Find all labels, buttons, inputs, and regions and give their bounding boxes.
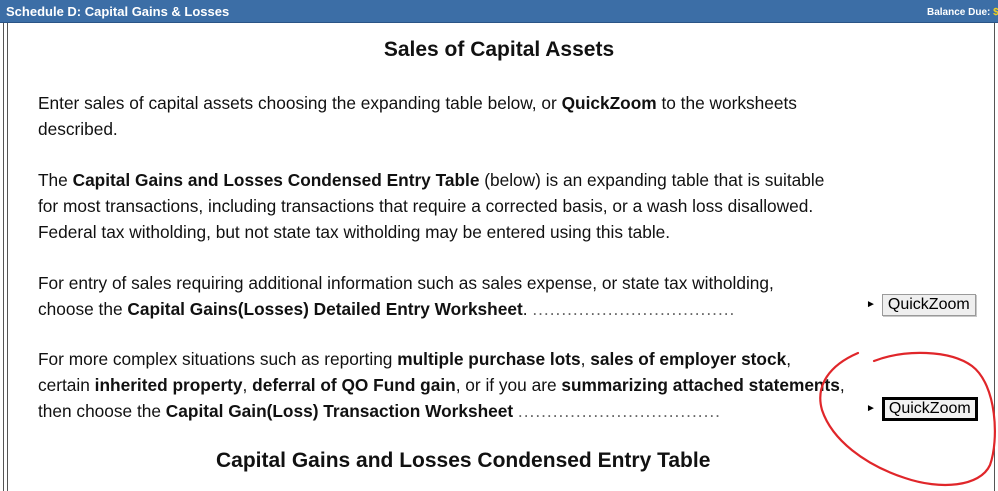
complex-text: then choose the bbox=[38, 401, 166, 421]
condensed-table-term: Capital Gains and Losses Condensed Entry… bbox=[72, 170, 480, 190]
complex-paragraph: For more complex situations such as repo… bbox=[38, 346, 845, 424]
transaction-worksheet-term: Capital Gain(Loss) Transaction Worksheet bbox=[165, 401, 514, 421]
detailed-line-2: choose the Capital Gains(Losses) Detaile… bbox=[38, 296, 774, 322]
inherited-property-term: inherited property bbox=[94, 375, 243, 395]
comma: , bbox=[786, 349, 792, 369]
condensed-text-end: (below) is an expanding table that is su… bbox=[479, 170, 825, 190]
pointer-arrow-icon: ► bbox=[866, 299, 876, 310]
quickzoom-transaction-button[interactable]: QuickZoom bbox=[881, 397, 978, 421]
condensed-line-3: Federal tax witholding, but not state ta… bbox=[38, 222, 671, 242]
summarizing-statements-term: summarizing attached statements bbox=[561, 375, 840, 395]
detailed-text-end: . bbox=[522, 299, 533, 319]
quickzoom-detailed: ► QuickZoom bbox=[866, 294, 976, 316]
intro-paragraph: Enter sales of capital assets choosing t… bbox=[38, 90, 797, 142]
intro-text: Enter sales of capital assets choosing t… bbox=[38, 93, 562, 113]
quickzoom-transaction: ► QuickZoom bbox=[866, 397, 978, 421]
condensed-line-2: for most transactions, including transac… bbox=[38, 196, 814, 216]
quickzoom-detailed-button[interactable]: QuickZoom bbox=[881, 294, 976, 316]
detailed-line-1: For entry of sales requiring additional … bbox=[38, 273, 774, 293]
complex-line-1: For more complex situations such as repo… bbox=[38, 346, 845, 372]
leader-dots: ................................... bbox=[532, 299, 736, 319]
quickzoom-term: QuickZoom bbox=[561, 93, 657, 113]
intro-text-end: to the worksheets bbox=[656, 93, 797, 113]
complex-text: For more complex situations such as repo… bbox=[38, 349, 398, 369]
qo-fund-term: deferral of QO Fund gain bbox=[252, 375, 456, 395]
complex-line-2: certain inherited property, deferral of … bbox=[38, 372, 845, 398]
detailed-text: choose the bbox=[38, 299, 128, 319]
comma: , bbox=[242, 375, 253, 395]
form-content: Sales of Capital Assets Enter sales of c… bbox=[0, 0, 998, 491]
complex-text: certain bbox=[38, 375, 95, 395]
leader-dots: ................................... bbox=[517, 401, 721, 421]
table-heading: Capital Gains and Losses Condensed Entry… bbox=[216, 449, 711, 472]
intro-line-2: described. bbox=[38, 119, 118, 139]
detailed-paragraph: For entry of sales requiring additional … bbox=[38, 270, 774, 322]
complex-line-3: then choose the Capital Gain(Loss) Trans… bbox=[38, 398, 845, 424]
complex-text: , or if you are bbox=[455, 375, 562, 395]
condensed-paragraph: The Capital Gains and Losses Condensed E… bbox=[38, 167, 824, 245]
employer-stock-term: sales of employer stock bbox=[590, 349, 787, 369]
page-title: Sales of Capital Assets bbox=[383, 38, 615, 61]
condensed-text: The bbox=[38, 170, 73, 190]
comma: , bbox=[580, 349, 591, 369]
detailed-worksheet-term: Capital Gains(Losses) Detailed Entry Wor… bbox=[127, 299, 523, 319]
condensed-line-1: The Capital Gains and Losses Condensed E… bbox=[38, 167, 824, 193]
intro-line-1: Enter sales of capital assets choosing t… bbox=[38, 90, 797, 116]
multiple-lots-term: multiple purchase lots bbox=[397, 349, 581, 369]
comma: , bbox=[839, 375, 845, 395]
pointer-arrow-icon: ► bbox=[866, 403, 876, 414]
